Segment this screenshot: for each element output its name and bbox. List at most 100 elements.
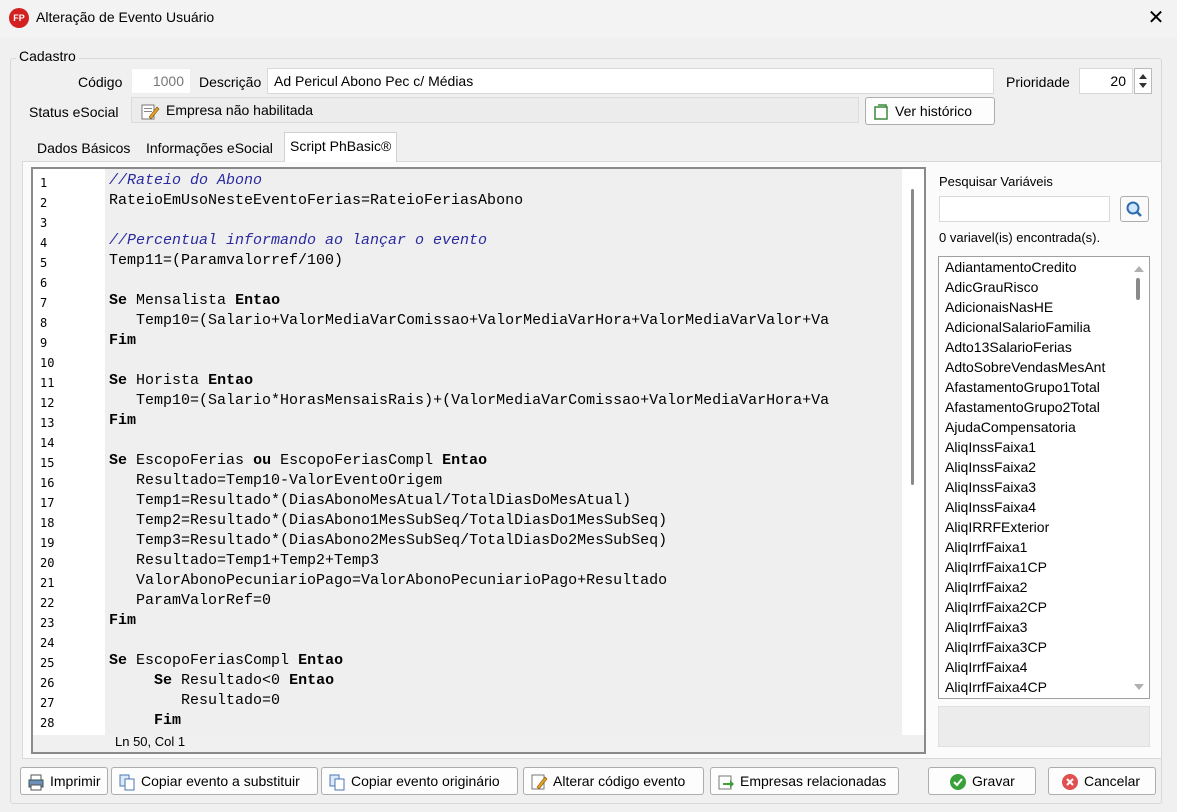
line-number: 22 xyxy=(40,596,55,610)
status-esocial-value: Empresa não habilitada xyxy=(166,102,314,118)
variable-list-item[interactable]: AliqInssFaixa3 xyxy=(945,479,1036,495)
variable-list-item[interactable]: AliqIrrfFaixa4 xyxy=(945,659,1027,675)
code-line: Fim xyxy=(109,412,137,429)
search-icon xyxy=(1126,201,1142,217)
prioridade-spinner[interactable] xyxy=(1134,68,1152,94)
editor-scrollbar-thumb[interactable] xyxy=(911,189,914,485)
line-number: 21 xyxy=(40,576,55,590)
copiar-substituir-label: Copiar evento a substituir xyxy=(141,773,300,789)
copiar-evento-originario-button[interactable]: Copiar evento originário xyxy=(321,767,518,795)
code-line: Temp11=(Paramvalorref/100) xyxy=(109,252,344,269)
tab-script-phbasic[interactable]: Script PhBasic® xyxy=(284,132,398,162)
variable-list-item[interactable]: AjudaCompensatoria xyxy=(945,419,1076,435)
variable-list-item[interactable]: AfastamentoGrupo1Total xyxy=(945,379,1100,395)
copiar-evento-substituir-button[interactable]: Copiar evento a substituir xyxy=(111,767,318,795)
export-icon xyxy=(718,775,734,790)
line-number: 24 xyxy=(40,636,55,650)
tab-dados-basicos[interactable]: Dados Básicos xyxy=(31,134,136,162)
line-number: 28 xyxy=(40,716,55,730)
code-line: Temp1=Resultado*(DiasAbonoMesAtual/Total… xyxy=(136,492,632,509)
code-line: Resultado=Temp1+Temp2+Temp3 xyxy=(136,552,380,569)
variables-list[interactable]: AdiantamentoCredito AdicGrauRisco Adiciona… xyxy=(938,256,1150,699)
prioridade-field[interactable]: 20 xyxy=(1079,68,1133,94)
code-line: Se Resultado<0 Entao xyxy=(154,672,335,689)
line-number: 9 xyxy=(40,336,48,350)
window-title: Alteração de Evento Usuário xyxy=(36,9,215,25)
line-number: 10 xyxy=(40,356,55,370)
variable-description-box xyxy=(938,706,1150,747)
gravar-button[interactable]: Gravar xyxy=(928,767,1036,795)
codigo-field[interactable]: 1000 xyxy=(131,68,191,94)
spinner-arrows-icon xyxy=(1139,74,1147,88)
code-line: Fim xyxy=(154,712,182,729)
variable-list-item[interactable]: AliqIrrfFaixa3 xyxy=(945,619,1027,635)
code-line: Se EscopoFerias ou EscopoFeriasCompl Ent… xyxy=(109,452,488,469)
cursor-position: Ln 50, Col 1 xyxy=(115,734,186,749)
variables-list-scrollbar[interactable] xyxy=(1129,257,1149,698)
check-icon xyxy=(950,774,966,791)
variable-list-item[interactable]: Adto13SalarioFerias xyxy=(945,339,1072,355)
code-line: RateioEmUsoNesteEventoFerias=RateioFeria… xyxy=(109,192,524,209)
cancelar-button[interactable]: Cancelar xyxy=(1048,767,1156,795)
code-line: Se Horista Entao xyxy=(109,372,254,389)
variable-list-item[interactable]: AliqIrrfFaixa2 xyxy=(945,579,1027,595)
variable-list-item[interactable]: AdicGrauRisco xyxy=(945,279,1038,295)
cancel-icon xyxy=(1062,774,1078,791)
variable-list-item[interactable]: AliqIrrfFaixa2CP xyxy=(945,599,1047,615)
code-line: Fim xyxy=(109,332,137,349)
edit-document-icon xyxy=(531,774,548,790)
code-line: ValorAbonoPecuniarioPago=ValorAbonoPecun… xyxy=(136,572,668,589)
line-number: 20 xyxy=(40,556,55,570)
ver-historico-label: Ver histórico xyxy=(895,103,973,119)
variables-list-thumb[interactable] xyxy=(1136,278,1140,300)
close-icon[interactable]: ✕ xyxy=(1140,4,1172,32)
search-button[interactable] xyxy=(1120,196,1149,222)
code-line: ParamValorRef=0 xyxy=(136,592,272,609)
line-number: 2 xyxy=(40,196,48,210)
code-line: Se EscopoFeriasCompl Entao xyxy=(109,652,344,669)
variable-list-item[interactable]: AliqIrrfFaixa1 xyxy=(945,539,1027,555)
variable-list-item[interactable]: AdiantamentoCredito xyxy=(945,259,1077,275)
alterar-codigo-label: Alterar código evento xyxy=(553,773,686,789)
variable-list-item[interactable]: AdicionalSalarioFamilia xyxy=(945,319,1091,335)
variable-list-item[interactable]: AliqIrrfFaixa3CP xyxy=(945,639,1047,655)
alterar-codigo-evento-button[interactable]: Alterar código evento xyxy=(523,767,704,795)
prioridade-label: Prioridade xyxy=(1006,74,1070,90)
variable-list-item[interactable]: AliqInssFaixa4 xyxy=(945,499,1036,515)
code-line: //Percentual informando ao lançar o even… xyxy=(109,232,488,249)
line-number: 26 xyxy=(40,676,55,690)
line-number: 3 xyxy=(40,216,48,230)
line-number: 13 xyxy=(40,416,55,430)
tab-informacoes-esocial[interactable]: Informações eSocial xyxy=(140,134,279,162)
line-number: 19 xyxy=(40,536,55,550)
variable-list-item[interactable]: AliqInssFaixa1 xyxy=(945,439,1036,455)
empresas-relacionadas-button[interactable]: Empresas relacionadas xyxy=(710,767,899,795)
variable-list-item[interactable]: AliqInssFaixa2 xyxy=(945,459,1036,475)
ver-historico-button[interactable]: Ver histórico xyxy=(865,97,995,125)
line-number: 27 xyxy=(40,696,55,710)
descricao-label: Descrição xyxy=(199,74,262,90)
line-number: 1 xyxy=(40,176,48,190)
line-number: 6 xyxy=(40,276,48,290)
variable-list-item[interactable]: AfastamentoGrupo2Total xyxy=(945,399,1100,415)
line-number: 15 xyxy=(40,456,55,470)
variable-list-item[interactable]: AliqIRRFExterior xyxy=(945,519,1049,535)
cancelar-label: Cancelar xyxy=(1084,773,1141,789)
scroll-arrows-icon xyxy=(1134,266,1144,690)
imprimir-button[interactable]: Imprimir xyxy=(20,767,108,795)
line-number: 12 xyxy=(40,396,55,410)
variable-list-item[interactable]: AliqIrrfFaixa1CP xyxy=(945,559,1047,575)
variable-list-item[interactable]: AdicionaisNasHE xyxy=(945,299,1053,315)
variable-list-item[interactable]: AliqIrrfFaixa4CP xyxy=(945,679,1047,695)
cadastro-group-label: Cadastro xyxy=(16,48,79,64)
line-number: 7 xyxy=(40,296,48,310)
code-line: Se Mensalista Entao xyxy=(109,292,281,309)
line-number: 4 xyxy=(40,236,48,250)
code-line: Temp10=(Salario+ValorMediaVarComissao+Va… xyxy=(136,312,830,329)
line-number: 25 xyxy=(40,656,55,670)
descricao-field[interactable]: Ad Pericul Abono Pec c/ Médias xyxy=(267,68,994,94)
line-number: 8 xyxy=(40,316,48,330)
search-variables-input[interactable] xyxy=(939,196,1110,222)
variable-list-item[interactable]: AdtoSobreVendasMesAnt xyxy=(945,359,1105,375)
line-number: 17 xyxy=(40,496,55,510)
